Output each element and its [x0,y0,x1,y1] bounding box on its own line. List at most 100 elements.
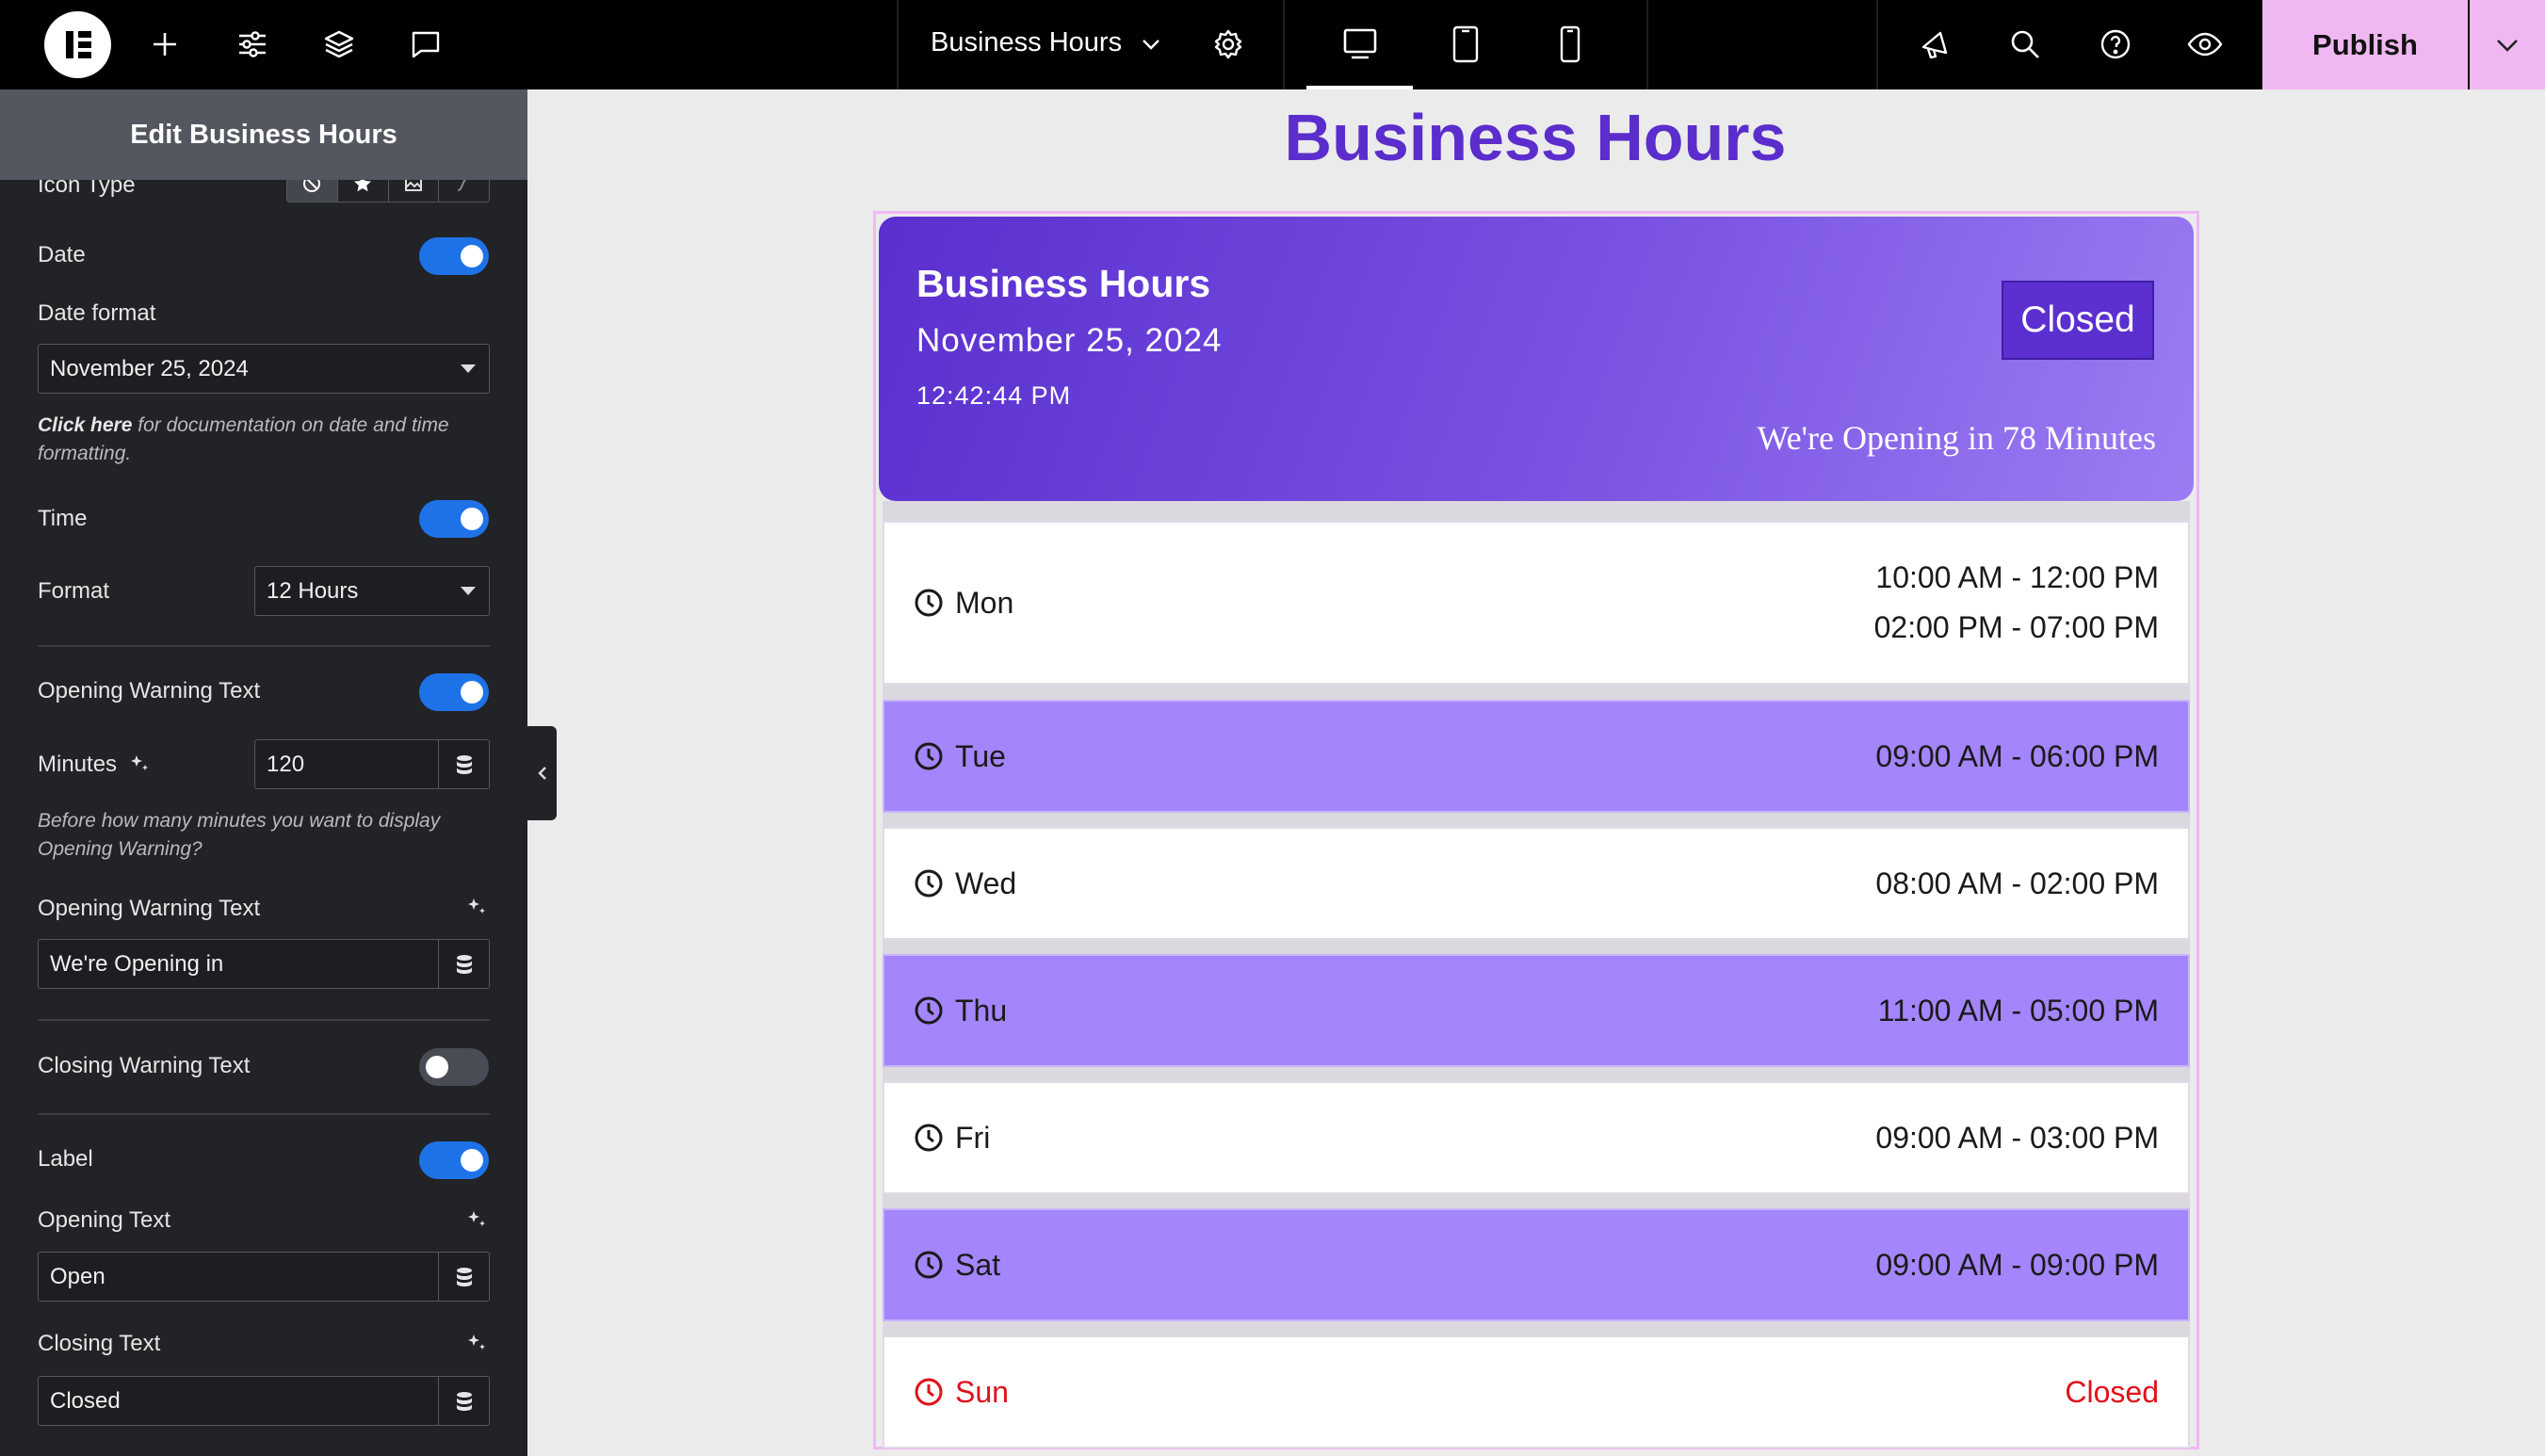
toolbar-divider [1876,0,1878,89]
hours-range: 09:00 AM - 09:00 PM [1875,1247,2159,1282]
status-badge: Closed [2002,281,2154,360]
desktop-icon[interactable] [1337,22,1383,67]
opening-warning-toggle[interactable] [419,673,489,711]
opening-warning-text-value: We're Opening in [50,950,224,977]
date-format-select[interactable]: November 25, 2024 [38,344,490,394]
section-divider [38,1113,490,1115]
day-label: Thu [955,993,1008,1027]
add-icon[interactable] [142,22,187,67]
page-heading: Business Hours [1284,101,1787,174]
toolbar-divider [1283,0,1285,89]
day-row-sun: Sun Closed [883,1335,2190,1448]
collapse-panel-button[interactable] [527,726,557,820]
day-row-fri: Fri 09:00 AM - 03:00 PM [883,1081,2190,1194]
day-row-sat: Sat 09:00 AM - 09:00 PM [883,1208,2190,1321]
day-label: Sat [955,1247,1001,1282]
current-time: 12:42:44 PM [916,381,1072,410]
opening-text-input[interactable]: Open [38,1252,490,1302]
clock-icon [915,1251,943,1279]
document-title[interactable]: Business Hours [931,27,1122,58]
chevron-down-icon [2497,39,2518,52]
current-date: November 25, 2024 [916,322,1223,359]
mobile-icon[interactable] [1548,22,1593,67]
ai-sparkle-icon[interactable] [465,1208,488,1231]
day-label: Wed [955,866,1017,900]
opening-text-label: Opening Text [38,1207,170,1233]
day-label: Sun [955,1374,1009,1409]
minutes-input[interactable]: 120 [254,739,490,789]
date-toggle[interactable] [419,237,489,275]
day-label: Fri [955,1120,991,1155]
elementor-logo-icon[interactable] [44,11,111,78]
opening-warning-message: We're Opening in 78 Minutes [1757,419,2156,457]
dynamic-tags-database-icon[interactable] [438,1377,489,1425]
dynamic-tags-database-icon[interactable] [438,740,489,788]
clock-icon [915,996,943,1025]
help-icon[interactable] [2093,22,2138,67]
ai-sparkle-icon[interactable] [128,752,151,775]
time-format-value: 12 Hours [267,577,359,604]
publish-options-button[interactable] [2470,0,2545,89]
layers-icon[interactable] [316,22,362,67]
hours-range: 09:00 AM - 06:00 PM [1875,738,2159,773]
hours-range: 11:00 AM - 05:00 PM [1877,993,2159,1027]
chevron-left-icon [537,767,546,780]
opening-warning-text-label: Opening Warning Text [38,896,261,921]
closing-text-input[interactable]: Closed [38,1376,490,1426]
hours-range: 09:00 AM - 03:00 PM [1875,1120,2159,1155]
day-row-thu: Thu 11:00 AM - 05:00 PM [883,954,2190,1067]
time-toggle[interactable] [419,500,489,538]
closing-warning-toggle[interactable] [419,1048,489,1086]
opening-text-value: Open [50,1263,105,1289]
label-toggle[interactable] [419,1141,489,1179]
toolbar-divider [897,0,899,89]
top-bar: Business Hours Publish [0,0,2545,89]
opening-warning-text-input[interactable]: We're Opening in [38,939,490,989]
editor-sidebar: Edit Business Hours Icon Type Date Date … [0,89,527,1456]
publish-button[interactable]: Publish [2262,0,2468,89]
closing-text-label: Closing Text [38,1331,161,1356]
toolbar-divider [1646,0,1648,89]
minutes-note: Before how many minutes you want to disp… [38,810,441,860]
day-label: Mon [955,585,1014,620]
hours-range: 10:00 AM - 12:00 PM [1875,560,2159,594]
preview-eye-icon[interactable] [2182,22,2228,67]
day-row-wed: Wed 08:00 AM - 02:00 PM [883,827,2190,940]
panel-title: Edit Business Hours [0,89,527,180]
documentation-link[interactable]: Click here [38,414,132,436]
hours-range: 08:00 AM - 02:00 PM [1875,866,2159,900]
time-format-select[interactable]: 12 Hours [254,566,490,616]
hours-range: 02:00 PM - 07:00 PM [1873,610,2159,644]
date-label: Date [38,242,86,267]
business-hours-widget[interactable]: Business Hours November 25, 2024 12:42:4… [873,211,2199,1449]
settings-sliders-icon[interactable] [230,22,275,67]
ai-sparkle-icon[interactable] [465,896,488,918]
chevron-down-icon[interactable] [1128,22,1174,67]
closed-label: Closed [2065,1374,2159,1409]
day-row-mon: Mon 10:00 AM - 12:00 PM 02:00 PM - 07:00 … [883,521,2190,685]
comments-icon[interactable] [403,22,448,67]
time-label: Time [38,506,88,531]
minutes-label: Minutes [38,752,118,777]
tablet-icon[interactable] [1443,22,1488,67]
closing-warning-label: Closing Warning Text [38,1053,251,1078]
date-format-label: Date format [38,300,156,326]
clock-icon [915,589,943,617]
clock-icon [915,742,943,770]
dynamic-tags-database-icon[interactable] [438,940,489,988]
dynamic-tags-database-icon[interactable] [438,1253,489,1301]
format-label: Format [38,578,110,604]
day-label: Tue [955,738,1006,773]
section-divider [38,1019,490,1021]
ai-sparkle-icon[interactable] [465,1332,488,1354]
closing-text-value: Closed [50,1387,121,1414]
clock-icon [915,1378,943,1406]
clock-icon [915,869,943,898]
label-label: Label [38,1146,93,1172]
announcements-icon[interactable] [1913,22,1958,67]
caret-down-icon [461,364,476,373]
date-format-value: November 25, 2024 [50,355,249,381]
gear-icon[interactable] [1206,22,1251,67]
search-icon[interactable] [2002,22,2048,67]
business-hours-header: Business Hours November 25, 2024 12:42:4… [879,217,2194,501]
